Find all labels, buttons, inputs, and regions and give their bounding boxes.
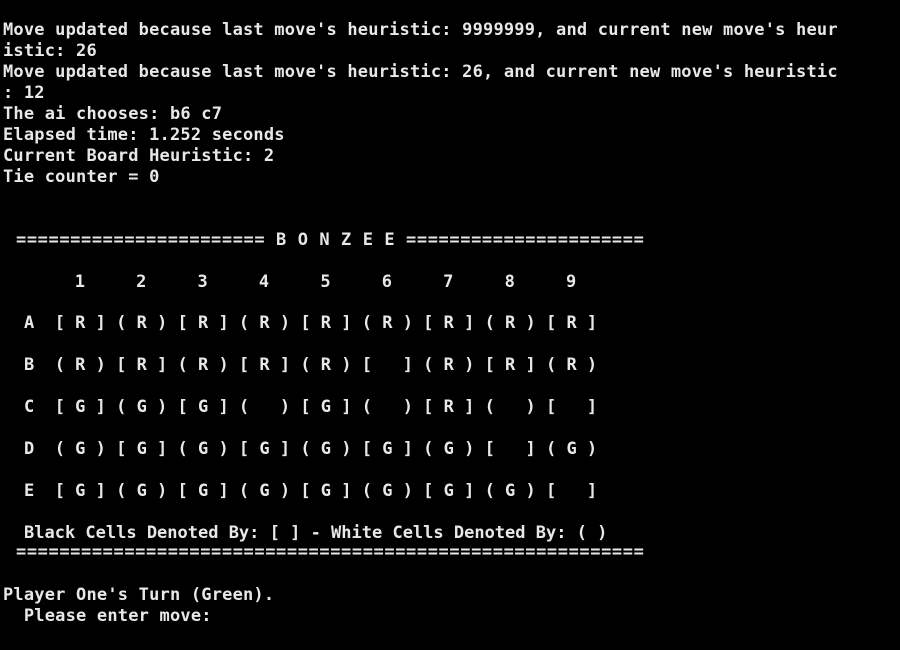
- board-title-rule: ======================= B O N Z E E ====…: [16, 230, 645, 250]
- board-heuristic-line: Current Board Heuristic: 2: [3, 146, 275, 166]
- log-line-1: Move updated because last move's heurist…: [3, 20, 838, 40]
- log-line-3: Move updated because last move's heurist…: [3, 62, 838, 82]
- board-row-d: D ( G ) [ G ] ( G ) [ G ] ( G ) [ G ] ( …: [24, 439, 598, 459]
- tie-counter-line: Tie counter = 0: [3, 167, 160, 187]
- board-row-b: B ( R ) [ R ] ( R ) [ R ] ( R ) [ ] ( R …: [24, 355, 598, 375]
- console-window[interactable]: Move updated because last move's heurist…: [0, 0, 900, 650]
- board-row-e: E [ G ] ( G ) [ G ] ( G ) [ G ] ( G ) [ …: [24, 481, 598, 501]
- move-prompt[interactable]: Please enter move:: [3, 606, 212, 628]
- elapsed-time-line: Elapsed time: 1.252 seconds: [3, 125, 285, 145]
- ai-choice-line: The ai chooses: b6 c7: [3, 104, 223, 124]
- board-bottom-rule: ========================================…: [16, 542, 645, 562]
- board-column-headers: 1 2 3 4 5 6 7 8 9: [44, 272, 577, 292]
- board-row-c: C [ G ] ( G ) [ G ] ( ) [ G ] ( ) [ R ] …: [24, 397, 598, 417]
- turn-line: Player One's Turn (Green).: [3, 585, 275, 605]
- log-line-4: : 12: [3, 83, 45, 103]
- board-row-a: A [ R ] ( R ) [ R ] ( R ) [ R ] ( R ) [ …: [24, 313, 598, 333]
- log-line-2: istic: 26: [3, 41, 97, 61]
